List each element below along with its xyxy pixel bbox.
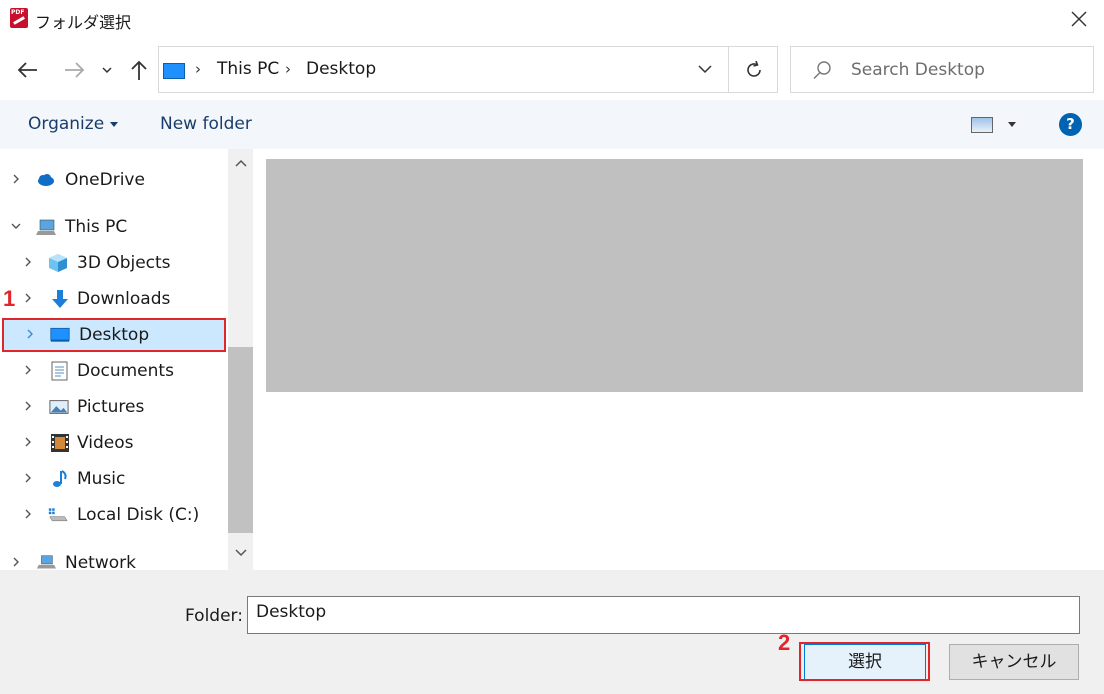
chevron-down-icon bbox=[102, 67, 112, 74]
chevron-down-icon[interactable] bbox=[10, 220, 22, 232]
divider bbox=[728, 47, 729, 92]
film-icon bbox=[51, 434, 69, 452]
address-bar[interactable]: › This PC › Desktop bbox=[158, 46, 778, 93]
forward-button[interactable] bbox=[60, 56, 88, 84]
cube-icon bbox=[49, 254, 67, 272]
chevron-right-icon: › bbox=[195, 60, 201, 78]
network-icon bbox=[36, 555, 56, 569]
cancel-button[interactable]: キャンセル bbox=[949, 644, 1079, 680]
nav-scrollbar[interactable] bbox=[228, 149, 253, 570]
chevron-right-icon[interactable] bbox=[22, 292, 34, 304]
step-number-2: 2 bbox=[778, 630, 791, 655]
toolbar: Organize New folder ? bbox=[0, 100, 1104, 149]
search-box[interactable]: Search Desktop bbox=[790, 46, 1094, 93]
recent-locations-button[interactable] bbox=[96, 56, 118, 84]
nav-item-label: 3D Objects bbox=[77, 253, 171, 273]
nav-item-downloads[interactable]: Downloads bbox=[0, 282, 228, 316]
download-arrow-icon bbox=[52, 290, 68, 308]
nav-item-label: Pictures bbox=[77, 397, 145, 417]
breadcrumb-this-pc[interactable]: This PC bbox=[217, 59, 279, 79]
new-folder-button[interactable]: New folder bbox=[160, 114, 252, 134]
view-options-icon[interactable] bbox=[971, 117, 993, 133]
nav-item-network[interactable]: Network bbox=[0, 546, 228, 570]
search-icon bbox=[813, 61, 831, 79]
organize-label: Organize bbox=[28, 114, 105, 134]
title-bar: フォルダ選択 bbox=[0, 0, 1104, 38]
chevron-right-icon[interactable] bbox=[10, 556, 22, 568]
folder-label: Folder: bbox=[185, 606, 243, 626]
chevron-right-icon[interactable] bbox=[22, 508, 34, 520]
nav-item-label: This PC bbox=[65, 217, 128, 237]
chevron-right-icon[interactable] bbox=[22, 400, 34, 412]
chevron-right-icon[interactable]: › bbox=[285, 60, 291, 78]
file-list-area[interactable] bbox=[256, 149, 1104, 570]
chevron-right-icon[interactable] bbox=[22, 436, 34, 448]
chevron-right-icon[interactable] bbox=[24, 328, 36, 340]
dialog-footer: Folder: Desktop 選択 キャンセル bbox=[0, 570, 1104, 694]
select-button-highlight bbox=[799, 642, 930, 681]
nav-item-3d-objects[interactable]: 3D Objects bbox=[0, 246, 228, 280]
back-button[interactable] bbox=[14, 56, 42, 84]
chevron-down-icon[interactable] bbox=[696, 60, 714, 78]
caret-down-icon[interactable] bbox=[1008, 122, 1016, 127]
refresh-icon[interactable] bbox=[742, 58, 766, 82]
step-number-1: 1 bbox=[3, 286, 16, 311]
up-button[interactable] bbox=[125, 56, 153, 84]
forward-arrow-icon bbox=[65, 62, 85, 78]
nav-item-pictures[interactable]: Pictures bbox=[0, 390, 228, 424]
nav-item-documents[interactable]: Documents bbox=[0, 354, 228, 388]
up-arrow-icon bbox=[131, 60, 147, 80]
nav-item-label: Local Disk (C:) bbox=[77, 505, 200, 525]
music-note-icon bbox=[53, 470, 67, 487]
nav-item-local-disk[interactable]: Local Disk (C:) bbox=[0, 498, 228, 532]
nav-item-music[interactable]: Music bbox=[0, 462, 228, 496]
disk-icon bbox=[48, 508, 68, 522]
chevron-right-icon[interactable] bbox=[22, 364, 34, 376]
nav-item-desktop[interactable]: Desktop bbox=[2, 318, 226, 352]
redacted-content bbox=[266, 159, 1083, 392]
document-icon bbox=[51, 361, 68, 381]
chevron-down-icon[interactable] bbox=[234, 547, 248, 559]
pictures-icon bbox=[49, 400, 69, 414]
help-icon[interactable]: ? bbox=[1059, 113, 1082, 136]
scrollbar-thumb[interactable] bbox=[228, 347, 253, 533]
desktop-icon bbox=[163, 63, 185, 79]
organize-button[interactable]: Organize bbox=[28, 114, 119, 134]
caret-down-icon bbox=[110, 121, 119, 127]
folder-name-field[interactable]: Desktop bbox=[247, 596, 1080, 634]
nav-item-label: Documents bbox=[77, 361, 174, 381]
close-icon[interactable] bbox=[1066, 6, 1092, 32]
nav-item-onedrive[interactable]: OneDrive bbox=[0, 163, 228, 197]
chevron-right-icon[interactable] bbox=[10, 173, 22, 185]
nav-item-videos[interactable]: Videos bbox=[0, 426, 228, 460]
navigation-pane: OneDrive This PC 3D Objects Downloads De… bbox=[0, 149, 253, 570]
window-title: フォルダ選択 bbox=[35, 13, 132, 32]
nav-item-label: Downloads bbox=[77, 289, 171, 309]
computer-icon bbox=[36, 219, 56, 235]
nav-item-label: Videos bbox=[77, 433, 134, 453]
nav-item-label: Network bbox=[65, 553, 136, 570]
desktop-icon bbox=[50, 327, 70, 342]
pdf-app-icon bbox=[10, 8, 28, 28]
chevron-up-icon[interactable] bbox=[234, 157, 248, 169]
search-input[interactable]: Search Desktop bbox=[851, 60, 985, 80]
chevron-right-icon[interactable] bbox=[22, 472, 34, 484]
nav-item-label: Music bbox=[77, 469, 126, 489]
nav-item-label: Desktop bbox=[79, 325, 150, 345]
back-arrow-icon bbox=[17, 62, 37, 78]
nav-item-label: OneDrive bbox=[65, 170, 145, 190]
breadcrumb-desktop[interactable]: Desktop bbox=[306, 59, 376, 79]
cloud-icon bbox=[38, 174, 54, 186]
nav-item-this-pc[interactable]: This PC bbox=[0, 210, 228, 244]
chevron-right-icon[interactable] bbox=[22, 256, 34, 268]
